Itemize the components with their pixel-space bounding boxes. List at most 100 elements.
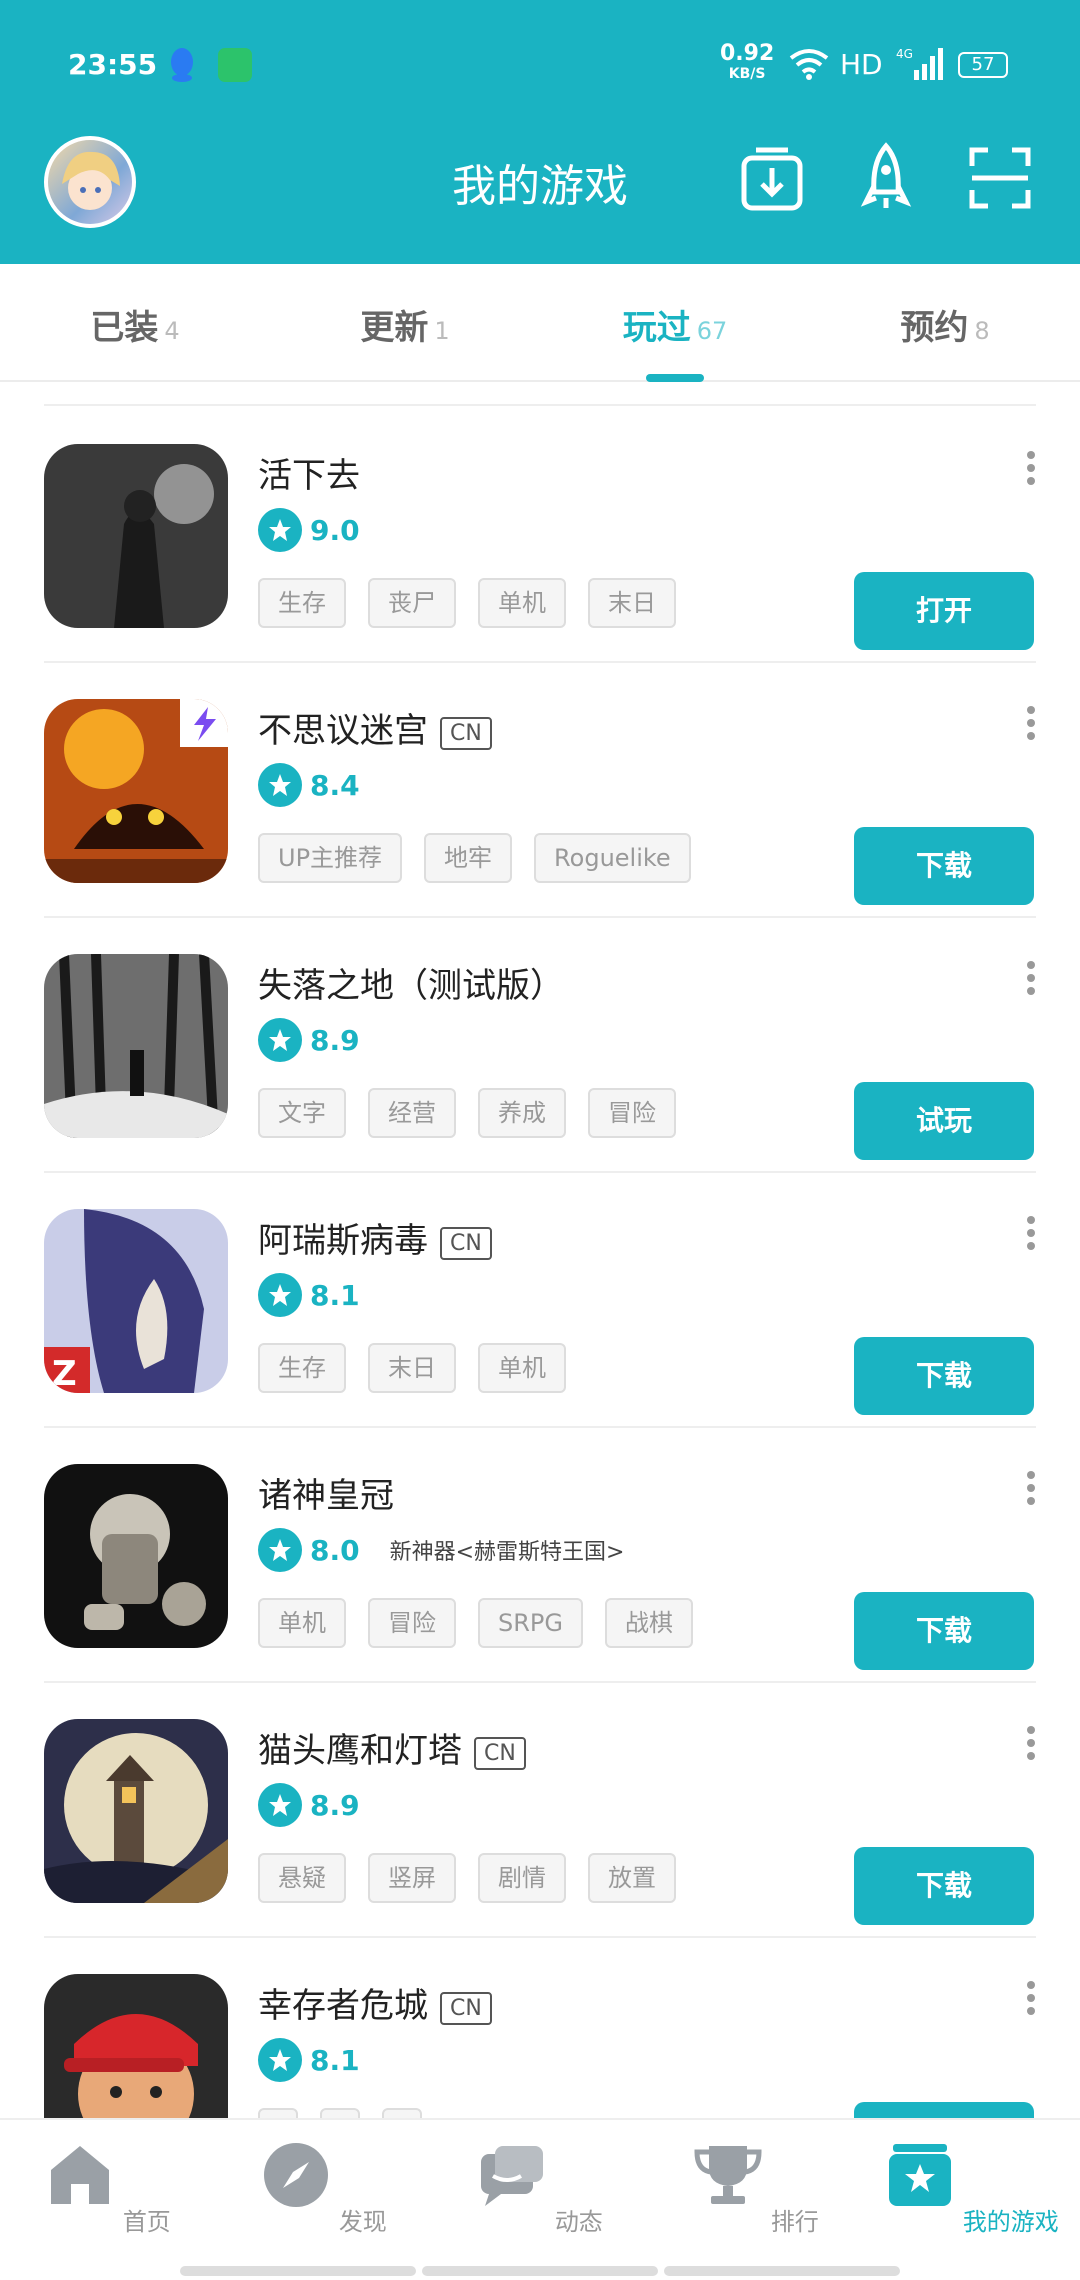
home-icon: [51, 2146, 110, 2204]
game-tag[interactable]: 冒险: [588, 1088, 676, 1138]
wifi-icon: [789, 49, 829, 80]
status-bar: 23:55 0.92 KB/S HD 4G 57: [0, 0, 1080, 130]
game-tag[interactable]: SRPG: [478, 1598, 583, 1648]
game-name-row[interactable]: 失落之地（测试版）: [258, 958, 564, 1007]
game-tag[interactable]: 冒险: [368, 1598, 456, 1648]
region-badge: CN: [440, 716, 492, 750]
game-action-button[interactable]: 下载: [854, 1592, 1034, 1670]
game-list[interactable]: 活下去 9.0 生存 丧尸 单机 末日 打开 不思议迷宫 CN 8.4 UP主推荐 地牢 Rogueli…: [0, 384, 1080, 2118]
game-icon[interactable]: [44, 954, 228, 1138]
tab-updates[interactable]: 更新 1: [270, 300, 540, 349]
network-speed: 0.92 KB/S: [720, 41, 775, 83]
compass-icon: [264, 2143, 329, 2207]
game-item[interactable]: 失落之地（测试版） 8.9 文字 经营 养成 冒险 试玩: [0, 918, 1080, 1173]
download-icon[interactable]: [740, 142, 804, 214]
more-options-icon[interactable]: [1024, 1978, 1038, 2022]
game-tag[interactable]: 文字: [258, 1088, 346, 1138]
game-action-button[interactable]: 下载: [854, 1337, 1034, 1415]
game-item[interactable]: 活下去 9.0 生存 丧尸 单机 末日 打开: [0, 408, 1080, 663]
game-tag[interactable]: 经营: [368, 1088, 456, 1138]
game-name-row[interactable]: 不思议迷宫 CN: [258, 703, 492, 752]
game-name-row[interactable]: 活下去: [258, 448, 360, 497]
more-options-icon[interactable]: [1024, 1723, 1038, 1767]
game-tag[interactable]: 单机: [478, 578, 566, 628]
more-options-icon[interactable]: [1024, 448, 1038, 492]
more-options-icon[interactable]: [1024, 958, 1038, 1002]
rating: 8.1: [258, 1273, 360, 1317]
game-tag[interactable]: 养成: [478, 1088, 566, 1138]
game-tag[interactable]: 生存: [258, 578, 346, 628]
nav-ranking[interactable]: 排行: [648, 2140, 864, 2237]
game-tag[interactable]: 剧情: [478, 1853, 566, 1903]
game-item[interactable]: 幸存者危城 CN 8.1 下载: [0, 1938, 1080, 2118]
tag-list: 生存 末日 单机: [258, 1343, 588, 1393]
game-name-row[interactable]: 猫头鹰和灯塔 CN: [258, 1723, 526, 1772]
signal-icon: 4G: [896, 47, 943, 80]
star-icon: [258, 1528, 302, 1572]
star-icon: [258, 2038, 302, 2082]
game-tag[interactable]: 放置: [588, 1853, 676, 1903]
game-name: 幸存者危城: [258, 1986, 428, 2026]
game-tag[interactable]: [382, 2108, 422, 2118]
star-icon: [258, 1273, 302, 1317]
star-icon: [258, 1018, 302, 1062]
game-icon[interactable]: [44, 444, 228, 628]
game-note: 新神器<赫雷斯特王国>: [389, 1540, 625, 1565]
tab-played[interactable]: 玩过 67: [540, 300, 810, 349]
game-tag[interactable]: 生存: [258, 1343, 346, 1393]
game-action-button[interactable]: 下载: [854, 827, 1034, 905]
rocket-icon[interactable]: [854, 142, 918, 214]
nav-discover[interactable]: 发现: [216, 2140, 432, 2237]
nav-home[interactable]: 首页: [0, 2140, 216, 2237]
game-icon[interactable]: [44, 1974, 228, 2118]
game-icon[interactable]: Z: [44, 1209, 228, 1393]
game-action-button[interactable]: 打开: [854, 572, 1034, 650]
rating: 8.9: [258, 1018, 360, 1062]
game-name-row[interactable]: 幸存者危城 CN: [258, 1978, 492, 2027]
scan-icon[interactable]: [968, 142, 1032, 214]
game-tag[interactable]: 悬疑: [258, 1853, 346, 1903]
game-tag[interactable]: 竖屏: [368, 1853, 456, 1903]
more-options-icon[interactable]: [1024, 1468, 1038, 1512]
game-tag[interactable]: [258, 2108, 298, 2118]
game-tag[interactable]: 单机: [258, 1598, 346, 1648]
game-tag[interactable]: Roguelike: [534, 833, 691, 883]
game-icon[interactable]: [44, 1719, 228, 1903]
tab-reserved[interactable]: 预约 8: [810, 300, 1080, 349]
game-tag[interactable]: 地牢: [424, 833, 513, 883]
game-tag[interactable]: 战棋: [604, 1598, 693, 1648]
game-tag[interactable]: UP主推荐: [258, 833, 403, 883]
nav-feed[interactable]: 动态: [432, 2140, 648, 2237]
game-action-button[interactable]: 试玩: [854, 1082, 1034, 1160]
game-item[interactable]: 诸神皇冠 8.0 新神器<赫雷斯特王国> 单机 冒险 SRPG 战棋 下载: [0, 1428, 1080, 1683]
game-icon[interactable]: [44, 699, 228, 883]
tag-list: UP主推荐 地牢 Roguelike: [258, 833, 713, 883]
game-tag[interactable]: 末日: [368, 1343, 456, 1393]
game-tag[interactable]: [320, 2108, 360, 2118]
game-item[interactable]: Z 阿瑞斯病毒 CN 8.1 生存 末日 单机 下载: [0, 1173, 1080, 1428]
my-games-icon: [889, 2144, 952, 2206]
game-tag[interactable]: 末日: [588, 578, 676, 628]
more-options-icon[interactable]: [1024, 1213, 1038, 1257]
score: 8.1: [310, 2043, 360, 2077]
score: 8.4: [310, 768, 360, 802]
score: 8.9: [310, 1788, 360, 1822]
game-icon[interactable]: [44, 1464, 228, 1648]
battery-indicator: 57: [958, 52, 1008, 78]
game-item[interactable]: 猫头鹰和灯塔 CN 8.9 悬疑 竖屏 剧情 放置 下载: [0, 1683, 1080, 1938]
more-options-icon[interactable]: [1024, 703, 1038, 747]
game-name: 不思议迷宫: [258, 711, 428, 751]
game-name-row[interactable]: 阿瑞斯病毒 CN: [258, 1213, 492, 1262]
game-tag[interactable]: 丧尸: [368, 578, 456, 628]
game-item[interactable]: 不思议迷宫 CN 8.4 UP主推荐 地牢 Roguelike 下载: [0, 663, 1080, 918]
game-tag[interactable]: 单机: [478, 1343, 566, 1393]
tab-installed[interactable]: 已装 4: [0, 300, 270, 349]
nav-my-games[interactable]: 我的游戏: [864, 2140, 1080, 2237]
tag-list: [258, 2108, 444, 2118]
game-name-row[interactable]: 诸神皇冠: [258, 1468, 394, 1517]
game-action-button[interactable]: 下载: [854, 1847, 1034, 1925]
game-name: 活下去: [258, 456, 360, 496]
page-title: 我的游戏: [452, 161, 628, 212]
game-action-button[interactable]: 下载: [854, 2102, 1034, 2118]
region-badge: CN: [440, 1991, 492, 2025]
